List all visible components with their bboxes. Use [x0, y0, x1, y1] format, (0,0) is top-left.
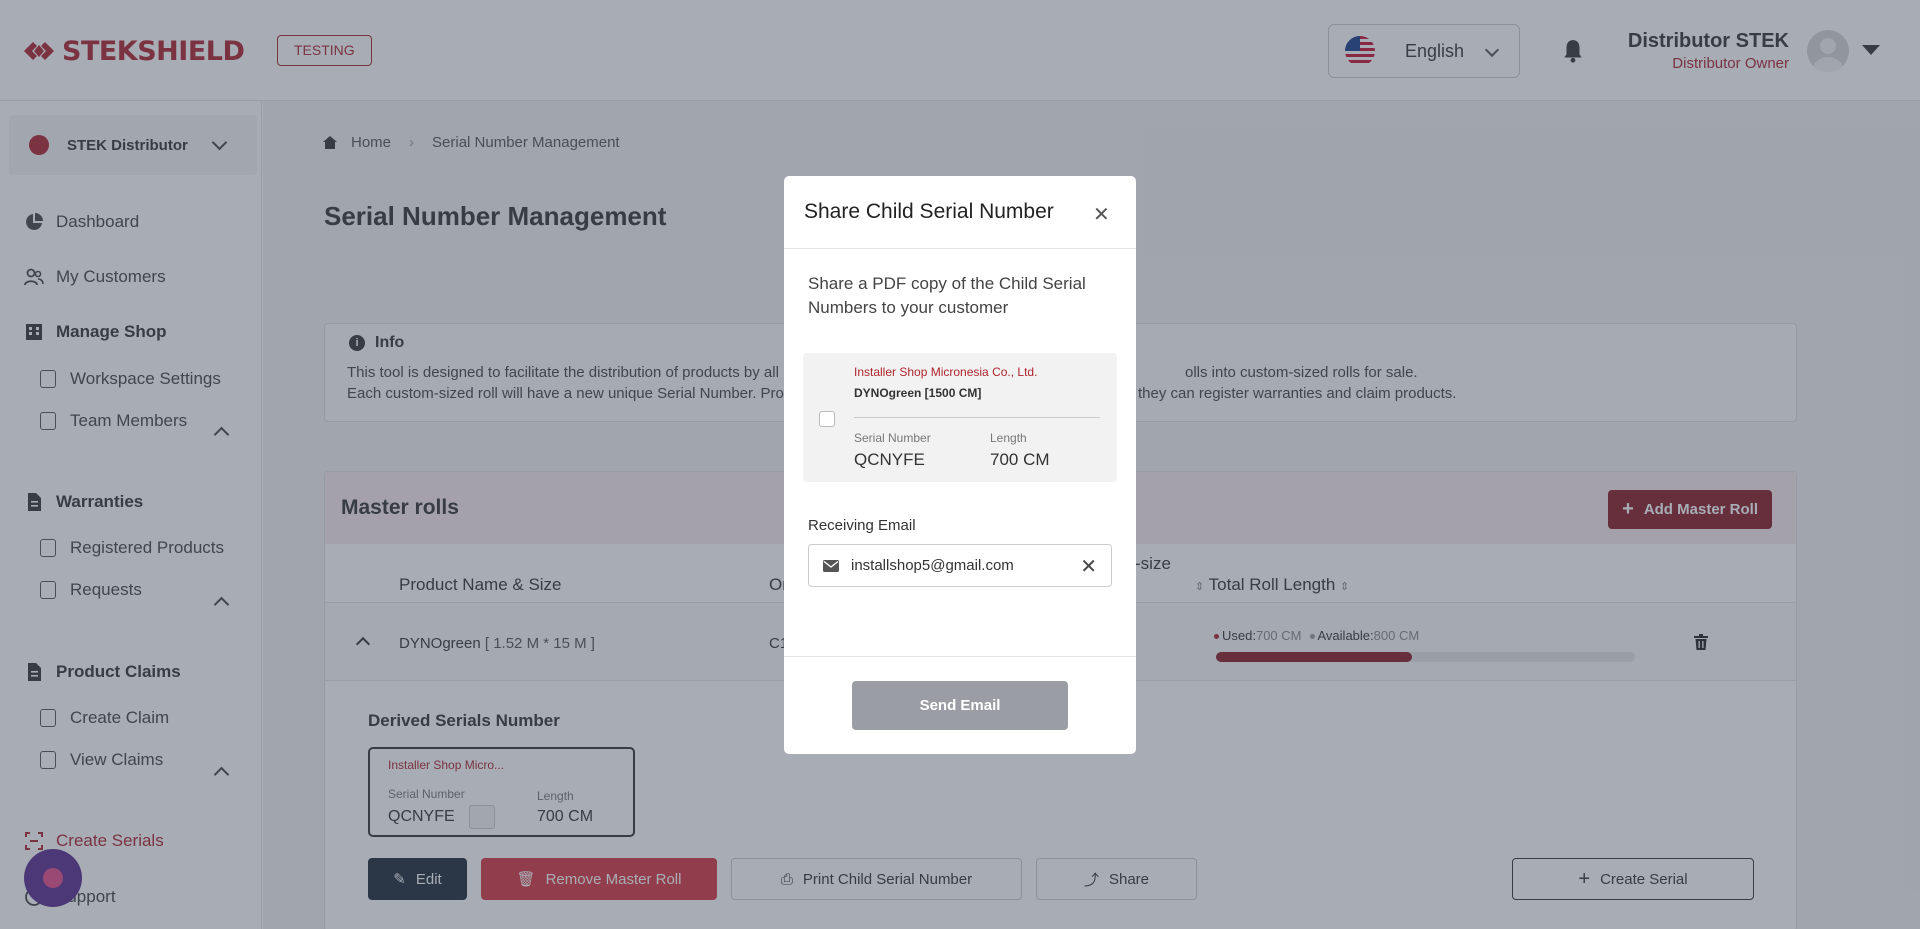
divider	[784, 656, 1136, 657]
close-icon[interactable]: ✕	[1093, 202, 1110, 227]
divider	[784, 248, 1136, 249]
serial-number-label: Serial Number	[854, 431, 931, 445]
share-serial-card[interactable]: Installer Shop Micronesia Co., Ltd. DYNO…	[803, 353, 1117, 482]
divider	[854, 417, 1100, 418]
modal-title: Share Child Serial Number	[804, 200, 1054, 223]
length-value: 700 CM	[990, 450, 1050, 469]
send-email-button[interactable]: Send Email	[852, 681, 1068, 730]
email-label: Receiving Email	[808, 517, 916, 534]
share-modal: Share Child Serial Number ✕ Share a PDF …	[784, 176, 1136, 754]
serial-checkbox[interactable]	[819, 411, 835, 427]
modal-description: Share a PDF copy of the Child Serial Num…	[808, 274, 1086, 317]
email-field[interactable]: installshop5@gmail.com ✕	[808, 544, 1112, 587]
share-shop-name: Installer Shop Micronesia Co., Ltd.	[854, 365, 1038, 379]
clear-icon[interactable]: ✕	[1080, 554, 1097, 579]
serial-number-value: QCNYFE	[854, 450, 925, 469]
length-label: Length	[990, 431, 1027, 445]
email-value: installshop5@gmail.com	[851, 557, 1014, 574]
mail-icon	[823, 559, 839, 572]
share-product: DYNOgreen [1500 CM]	[854, 386, 982, 400]
